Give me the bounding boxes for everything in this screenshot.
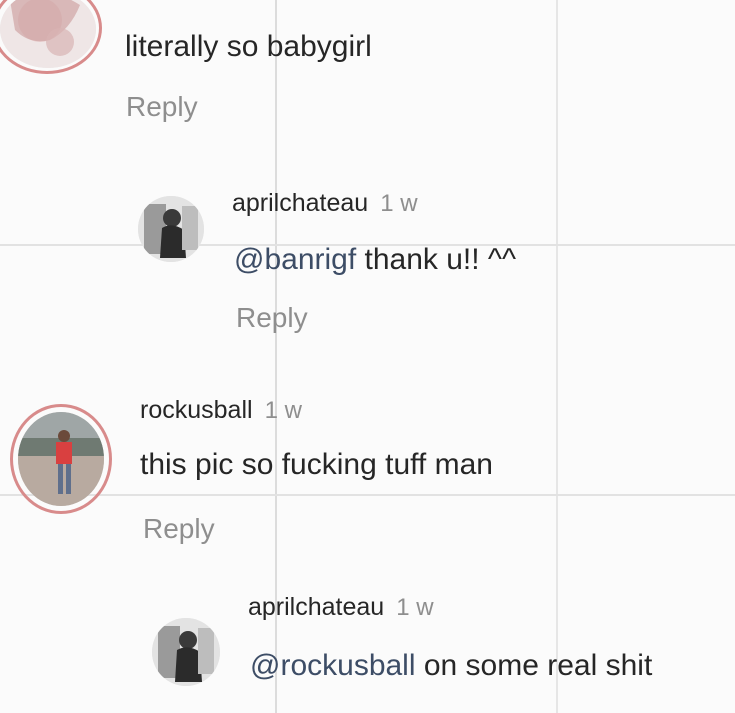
comment-header: rockusball 1 w [140, 396, 302, 425]
username-link[interactable]: aprilchateau [232, 189, 368, 217]
comment-text: literally so babygirl [125, 30, 372, 63]
comment-header: aprilchateau 1 w [232, 189, 418, 218]
reply-button[interactable]: Reply [236, 302, 308, 334]
comment-text: @rockusball on some real shit [250, 649, 652, 683]
reply-button[interactable]: Reply [126, 91, 198, 123]
timestamp: 1 w [380, 190, 418, 217]
username-link[interactable]: rockusball [140, 396, 253, 424]
timestamp: 1 w [396, 594, 434, 621]
avatar-image [152, 618, 220, 686]
reply-button[interactable]: Reply [143, 513, 215, 545]
timestamp: 1 w [264, 397, 302, 424]
comment-body: on some real shit [415, 649, 653, 682]
mention-link[interactable]: @rockusball [250, 649, 416, 682]
mention-link[interactable]: @banrigf [234, 243, 356, 276]
avatar[interactable] [18, 412, 104, 506]
avatar-image [138, 196, 204, 262]
username-link[interactable]: aprilchateau [248, 593, 384, 621]
avatar[interactable] [138, 196, 204, 262]
avatar-image [18, 412, 104, 506]
comment-text: @banrigf thank u!! ^^ [234, 243, 516, 277]
comment-text: this pic so fucking tuff man [140, 448, 493, 481]
comment-body: thank u!! ^^ [356, 243, 517, 276]
grid-line-horizontal-2 [0, 494, 735, 496]
avatar[interactable] [152, 618, 220, 686]
comment-header: aprilchateau 1 w [248, 593, 434, 622]
grid-line-vertical-2 [556, 0, 558, 713]
